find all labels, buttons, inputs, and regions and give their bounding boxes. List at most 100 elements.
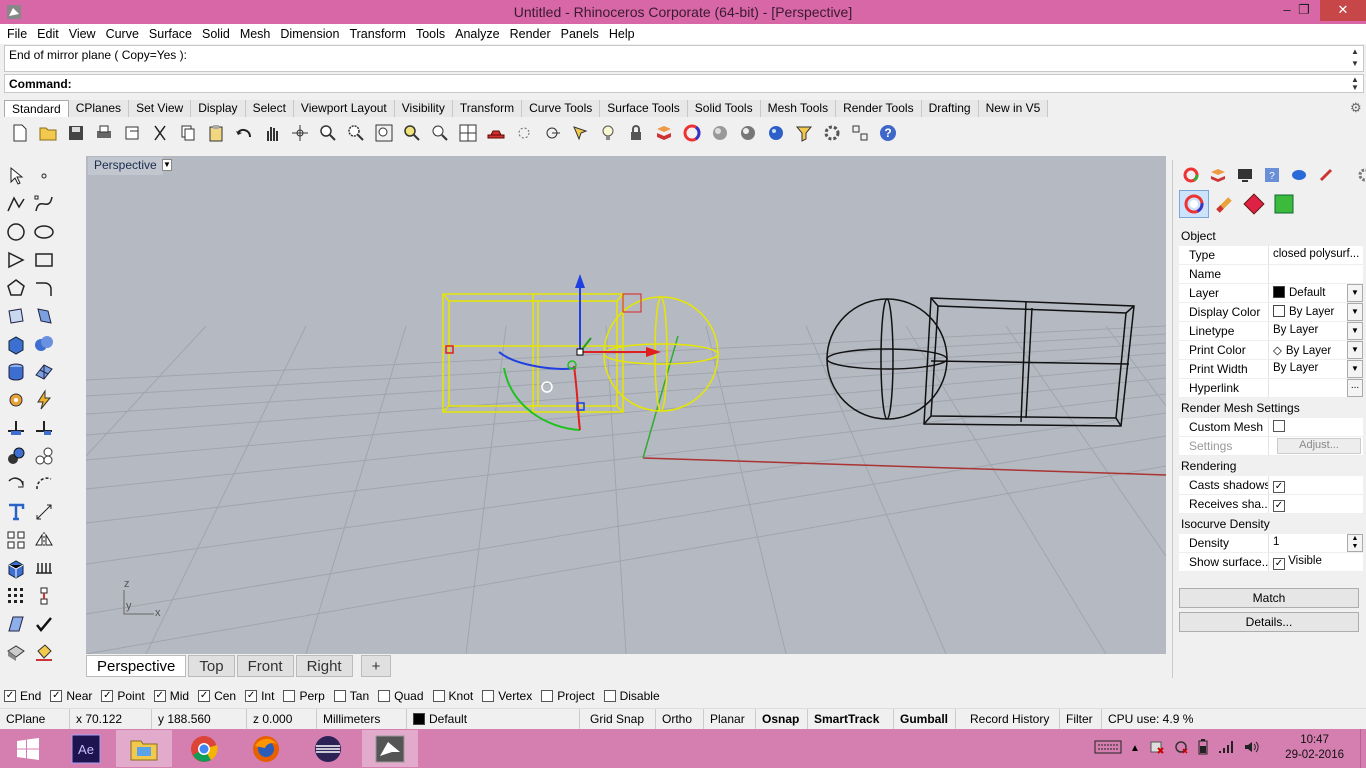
- toolbar-gear-icon[interactable]: ⚙: [1350, 101, 1364, 115]
- menu-surface[interactable]: Surface: [144, 27, 197, 41]
- tab-drafting[interactable]: Drafting: [921, 100, 979, 117]
- show-desktop-button[interactable]: [1360, 729, 1366, 768]
- viewport-scene[interactable]: [86, 156, 1166, 654]
- keyboard-icon[interactable]: [1094, 740, 1122, 757]
- osnap-end-checkbox[interactable]: ✓: [4, 690, 16, 702]
- tab-standard[interactable]: Standard: [4, 100, 69, 117]
- scale-icon[interactable]: [30, 470, 58, 498]
- analyze-icon[interactable]: [2, 610, 30, 638]
- rectangle-icon[interactable]: [30, 246, 58, 274]
- tab-curve-tools[interactable]: Curve Tools: [522, 100, 601, 117]
- match-button[interactable]: Match: [1179, 588, 1359, 608]
- tab-cplanes[interactable]: CPlanes: [68, 100, 130, 117]
- sync-icon[interactable]: [1174, 740, 1188, 757]
- point-icon[interactable]: [30, 162, 58, 190]
- grid-array-icon[interactable]: [30, 554, 58, 582]
- filter-toggle[interactable]: Filter: [1060, 709, 1102, 730]
- panel-gear-icon[interactable]: [1351, 162, 1366, 188]
- print-icon[interactable]: [90, 120, 118, 145]
- tab-render-tools[interactable]: Render Tools: [836, 100, 922, 117]
- osnap-quad[interactable]: Quad: [378, 689, 424, 703]
- new-file-icon[interactable]: [6, 120, 34, 145]
- group-icon[interactable]: [2, 442, 30, 470]
- curve-icon[interactable]: [30, 190, 58, 218]
- density-input[interactable]: 1 ▲ ▼: [1269, 534, 1363, 552]
- osnap-near[interactable]: ✓ Near: [50, 689, 92, 703]
- osnap-point[interactable]: ✓ Point: [101, 689, 145, 703]
- cylinder-icon[interactable]: [2, 358, 30, 386]
- status-cplane[interactable]: CPlane: [0, 709, 70, 730]
- vp-tab-right[interactable]: Right: [295, 655, 353, 677]
- points-on-icon[interactable]: [538, 120, 566, 145]
- planar-toggle[interactable]: Planar: [704, 709, 756, 730]
- dropdown-arrow-icon[interactable]: ▼: [1347, 341, 1363, 359]
- scroll-up-icon[interactable]: ▲: [1349, 47, 1361, 56]
- menu-mesh[interactable]: Mesh: [235, 27, 276, 41]
- command-scroll-down-icon[interactable]: ▼: [1349, 83, 1361, 92]
- undo-view-icon[interactable]: [426, 120, 454, 145]
- light-bulb-icon[interactable]: [594, 120, 622, 145]
- layers-tab-icon[interactable]: [1204, 162, 1231, 188]
- tab-transform[interactable]: Transform: [452, 100, 523, 117]
- help-tab-icon[interactable]: ?: [1258, 162, 1285, 188]
- volume-icon[interactable]: [1244, 740, 1260, 757]
- tab-display[interactable]: Display: [191, 100, 246, 117]
- grid-snap-toggle[interactable]: Grid Snap: [580, 709, 656, 730]
- menu-analyze[interactable]: Analyze: [450, 27, 504, 41]
- details-button[interactable]: Details...: [1179, 612, 1359, 632]
- ungroup-icon[interactable]: [30, 442, 58, 470]
- extrude-surface-icon[interactable]: [30, 302, 58, 330]
- properties-tab-icon[interactable]: [1177, 162, 1204, 188]
- menu-dimension[interactable]: Dimension: [275, 27, 344, 41]
- viewport-title[interactable]: Perspective: [88, 157, 163, 175]
- mirror-icon[interactable]: [30, 526, 58, 554]
- trim-icon[interactable]: [30, 414, 58, 442]
- lights-icon[interactable]: [510, 120, 538, 145]
- osnap-disable[interactable]: Disable: [603, 689, 660, 703]
- ortho-toggle[interactable]: Ortho: [656, 709, 704, 730]
- color-wheel-icon[interactable]: [678, 120, 706, 145]
- material-sphere-icon[interactable]: [762, 120, 790, 145]
- menu-curve[interactable]: Curve: [101, 27, 144, 41]
- osnap-quad-checkbox[interactable]: [378, 690, 391, 702]
- cut-icon[interactable]: [146, 120, 174, 145]
- lock-icon[interactable]: [622, 120, 650, 145]
- render-car-icon[interactable]: [482, 120, 510, 145]
- osnap-cen-checkbox[interactable]: ✓: [198, 690, 211, 702]
- array-icon[interactable]: [2, 526, 30, 554]
- smarttrack-toggle[interactable]: SmartTrack: [808, 709, 894, 730]
- tab-mesh-tools[interactable]: Mesh Tools: [760, 100, 837, 117]
- osnap-perp[interactable]: Perp: [283, 689, 325, 703]
- dots-grid-icon[interactable]: [2, 582, 30, 610]
- osnap-project-checkbox[interactable]: [541, 690, 554, 702]
- density-stepper-icon[interactable]: ▲ ▼: [1347, 534, 1363, 552]
- pan-hand-icon[interactable]: [258, 120, 286, 145]
- osnap-mid[interactable]: ✓ Mid: [153, 689, 189, 703]
- osnap-project[interactable]: Project: [541, 689, 595, 703]
- record-history-toggle[interactable]: Record History: [956, 709, 1060, 730]
- menu-file[interactable]: File: [2, 27, 32, 41]
- dropdown-arrow-icon[interactable]: ▼: [1347, 360, 1363, 378]
- prop-linetype-select[interactable]: By Layer ▼: [1269, 322, 1363, 340]
- osnap-disable-checkbox[interactable]: [603, 690, 616, 702]
- gear-settings-icon[interactable]: [818, 120, 846, 145]
- show-hidden-icons-icon[interactable]: ▲: [1130, 743, 1140, 754]
- command-input[interactable]: Command: ▲ ▼: [4, 74, 1364, 93]
- osnap-perp-checkbox[interactable]: [283, 690, 296, 702]
- dimension-icon[interactable]: [30, 498, 58, 526]
- menu-tools[interactable]: Tools: [411, 27, 450, 41]
- menu-transform[interactable]: Transform: [344, 27, 411, 41]
- close-button[interactable]: ✕: [1320, 0, 1366, 21]
- libraries-tab-icon[interactable]: [1312, 162, 1339, 188]
- rotate-view-icon[interactable]: [286, 120, 314, 145]
- import-icon[interactable]: [118, 120, 146, 145]
- split-icon[interactable]: [2, 414, 30, 442]
- arc-icon[interactable]: [2, 246, 30, 274]
- options-icon[interactable]: [790, 120, 818, 145]
- tab-new-in-v5[interactable]: New in V5: [978, 100, 1049, 117]
- dropdown-arrow-icon[interactable]: ▼: [1347, 284, 1363, 302]
- rhino-taskbar-icon[interactable]: [362, 730, 418, 767]
- box-solid-icon[interactable]: [2, 330, 30, 358]
- hyperlink-browse-button[interactable]: ...: [1347, 379, 1363, 397]
- start-windows-icon[interactable]: [0, 730, 56, 767]
